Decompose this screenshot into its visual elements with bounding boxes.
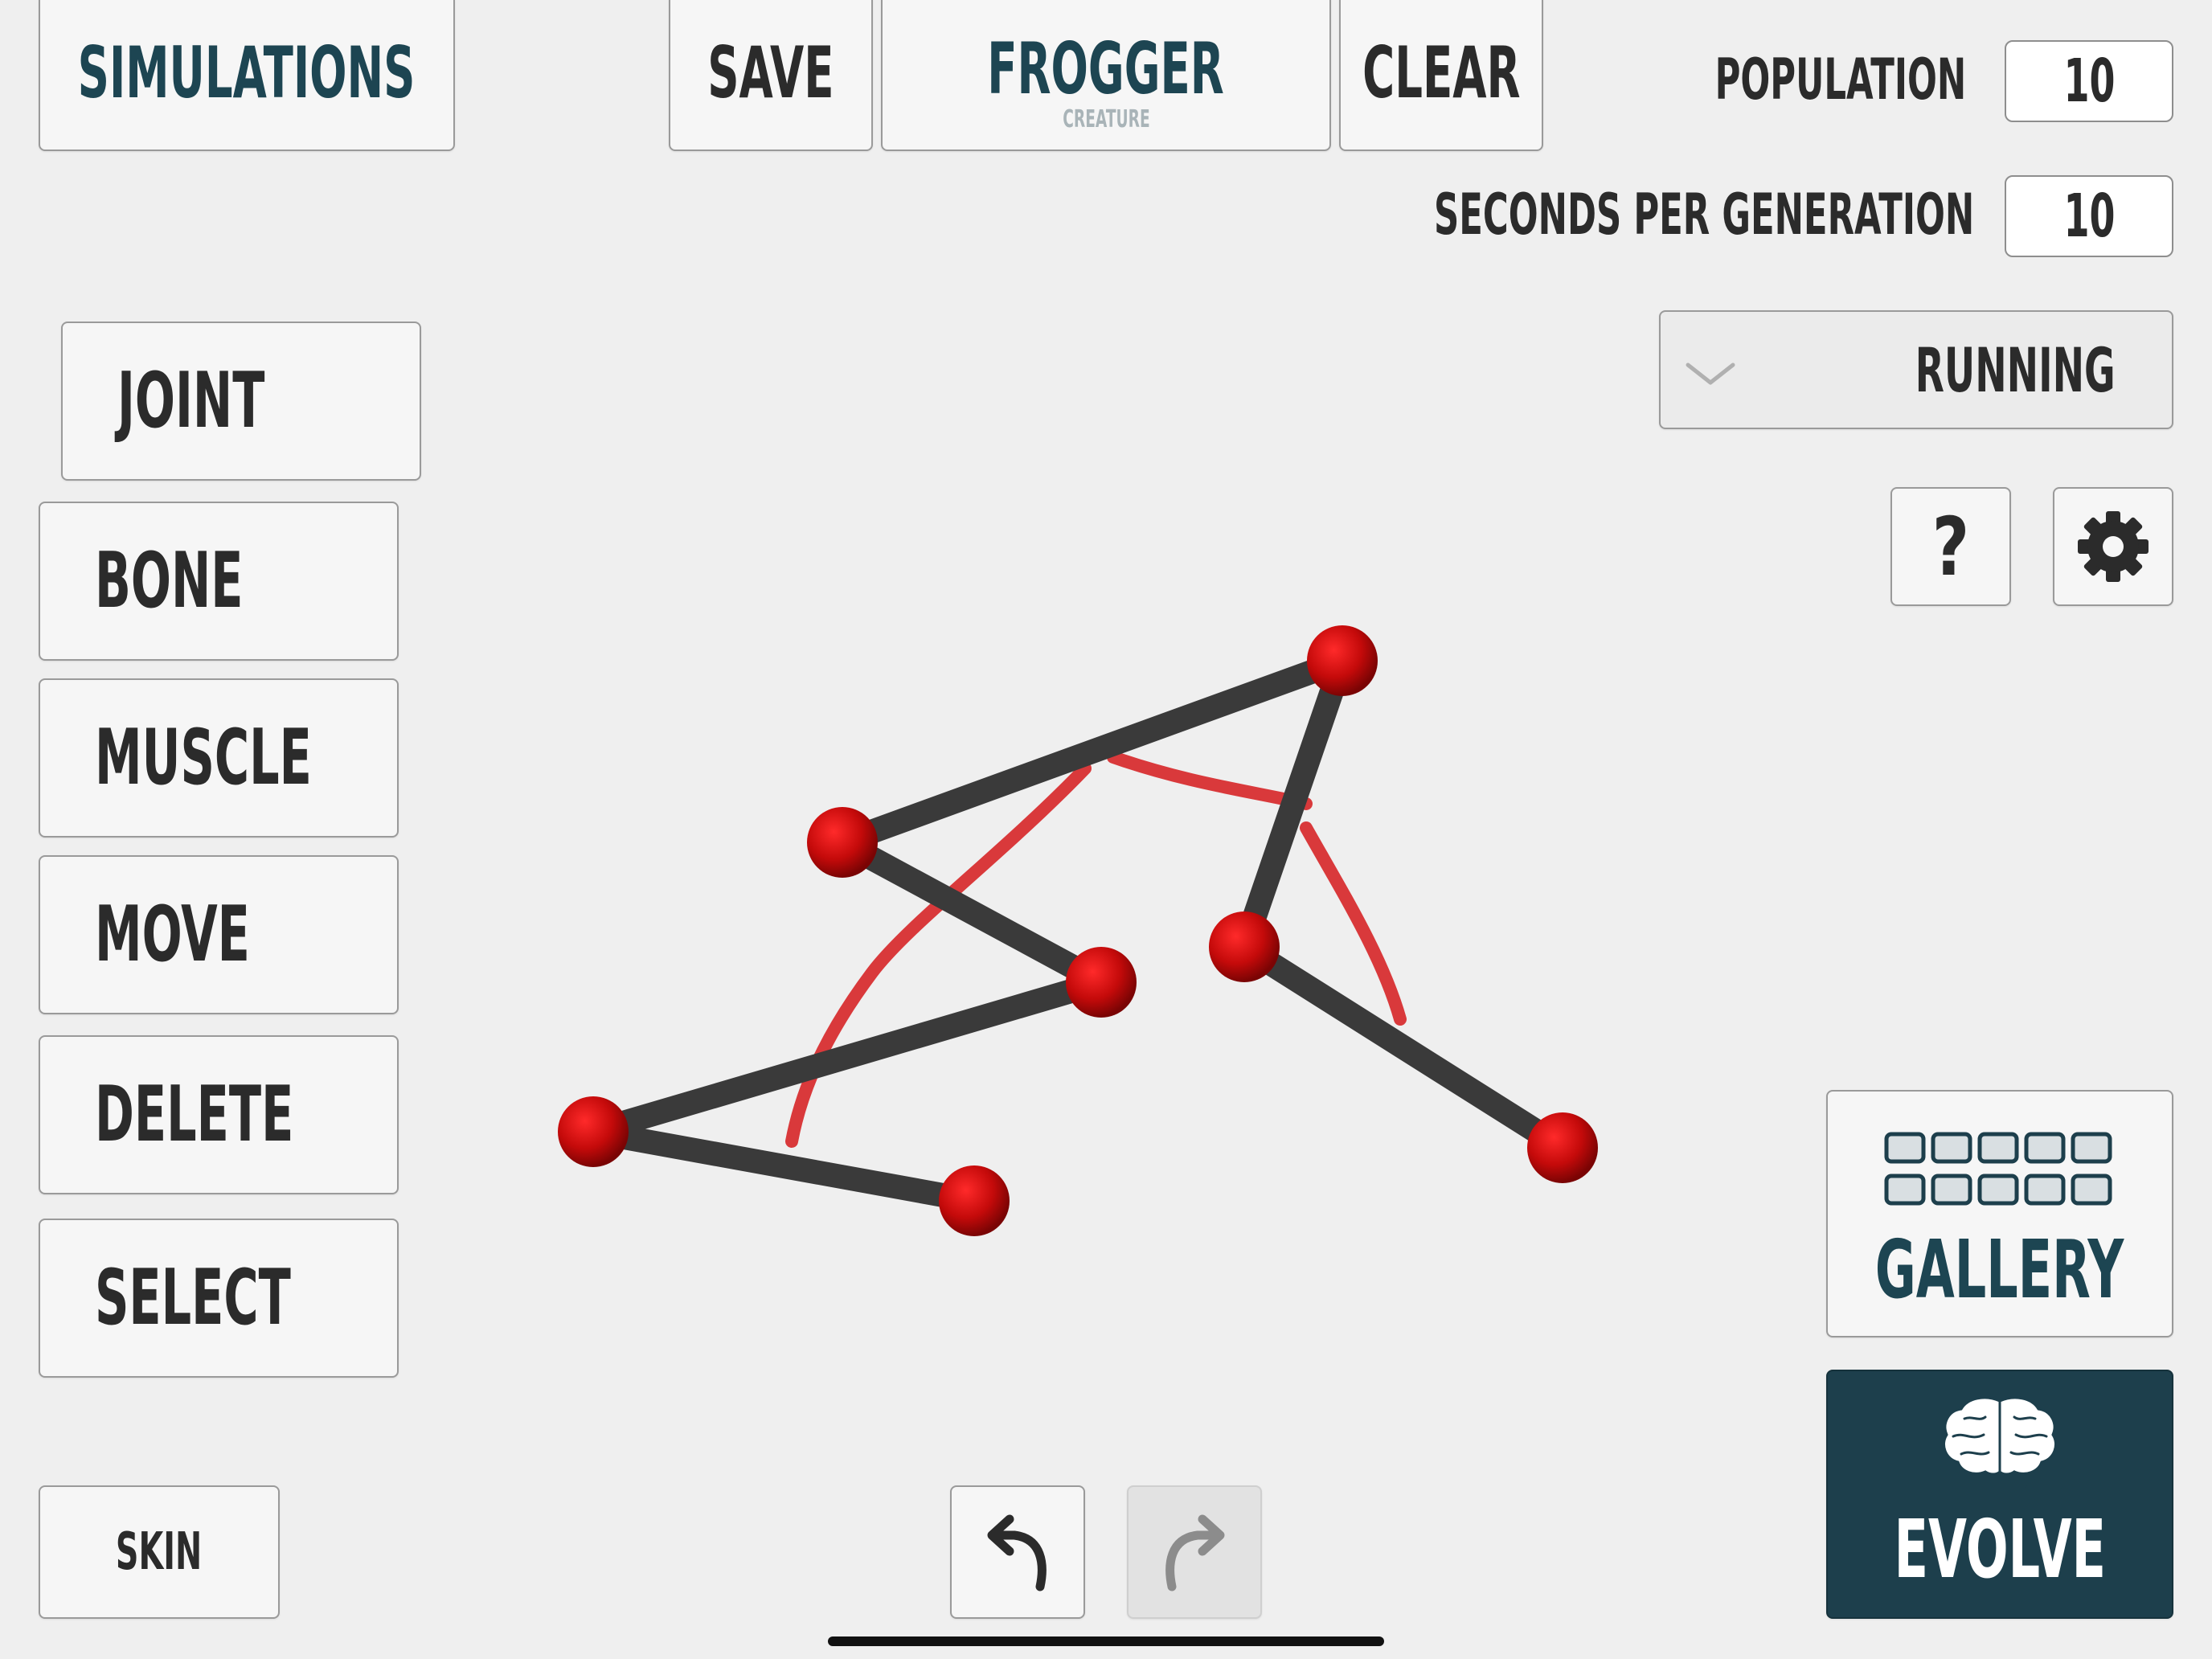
joint[interactable] <box>1307 625 1378 696</box>
bone[interactable] <box>830 830 1113 994</box>
gallery-label: GALLERY <box>1875 1223 2124 1317</box>
population-label: POPULATION <box>1714 47 1966 113</box>
save-button[interactable]: SAVE <box>669 0 873 151</box>
chevron-down-icon <box>1686 363 1735 385</box>
clear-label: CLEAR <box>1362 31 1521 114</box>
joint[interactable] <box>1527 1112 1598 1183</box>
mode-selected-label: RUNNING <box>1915 334 2116 406</box>
settings-button[interactable] <box>2053 487 2173 606</box>
joint-tool-button[interactable]: JOINT <box>61 322 421 481</box>
gallery-button[interactable]: GALLERY <box>1826 1090 2173 1337</box>
undo-button[interactable] <box>950 1485 1085 1619</box>
clear-button[interactable]: CLEAR <box>1339 0 1543 151</box>
brain-icon <box>1943 1396 2057 1488</box>
creature-name: FROGGER <box>987 27 1225 110</box>
bone-tool-button[interactable]: BONE <box>39 502 399 661</box>
bone[interactable] <box>830 649 1354 854</box>
simulations-button[interactable]: SIMULATIONS <box>39 0 455 151</box>
question-icon: ? <box>1931 499 1970 594</box>
redo-arrow-icon <box>1165 1514 1225 1591</box>
delete-tool-button[interactable]: DELETE <box>39 1035 399 1194</box>
bone[interactable] <box>581 1120 986 1213</box>
bone[interactable] <box>1232 935 1575 1160</box>
gear-icon <box>2078 511 2149 582</box>
undo-arrow-icon <box>987 1514 1047 1591</box>
creature-name-button[interactable]: FROGGER CREATURE <box>881 0 1331 151</box>
population-value: 10 <box>2063 47 2115 116</box>
joint-tool-label: JOINT <box>117 357 265 445</box>
muscle[interactable] <box>1300 821 1407 1026</box>
save-label: SAVE <box>707 31 834 114</box>
joint[interactable] <box>1066 947 1137 1018</box>
select-tool-label: SELECT <box>95 1254 291 1342</box>
redo-button[interactable] <box>1127 1485 1262 1619</box>
skin-button[interactable]: SKIN <box>39 1485 280 1619</box>
evolve-label: EVOLVE <box>1894 1502 2106 1596</box>
joint[interactable] <box>1209 911 1280 982</box>
seconds-per-generation-value: 10 <box>2063 182 2115 251</box>
simulations-label: SIMULATIONS <box>78 31 416 114</box>
help-button[interactable]: ? <box>1890 487 2011 606</box>
bone[interactable] <box>1232 649 1354 959</box>
select-tool-button[interactable]: SELECT <box>39 1219 399 1378</box>
muscle-tool-label: MUSCLE <box>95 714 312 802</box>
muscle[interactable] <box>1107 751 1313 810</box>
joint[interactable] <box>558 1096 629 1167</box>
joint[interactable] <box>807 807 878 878</box>
grid-icon <box>1884 1132 2112 1206</box>
move-tool-button[interactable]: MOVE <box>39 855 399 1014</box>
bone[interactable] <box>581 970 1113 1144</box>
delete-tool-label: DELETE <box>95 1071 294 1159</box>
population-input[interactable]: 10 <box>2005 40 2173 122</box>
bone-tool-label: BONE <box>95 537 244 625</box>
muscle-tool-button[interactable]: MUSCLE <box>39 678 399 838</box>
seconds-per-generation-label: SECONDS PER GENERATION <box>1433 182 1974 248</box>
seconds-per-generation-input[interactable]: 10 <box>2005 175 2173 257</box>
skin-label: SKIN <box>116 1522 203 1582</box>
move-tool-label: MOVE <box>95 891 250 979</box>
mode-dropdown[interactable]: RUNNING <box>1659 310 2173 429</box>
creature-caption: CREATURE <box>1062 105 1150 133</box>
muscle[interactable] <box>785 762 1092 1148</box>
joint[interactable] <box>939 1165 1010 1236</box>
evolve-button[interactable]: EVOLVE <box>1826 1370 2173 1619</box>
home-indicator <box>828 1636 1384 1646</box>
